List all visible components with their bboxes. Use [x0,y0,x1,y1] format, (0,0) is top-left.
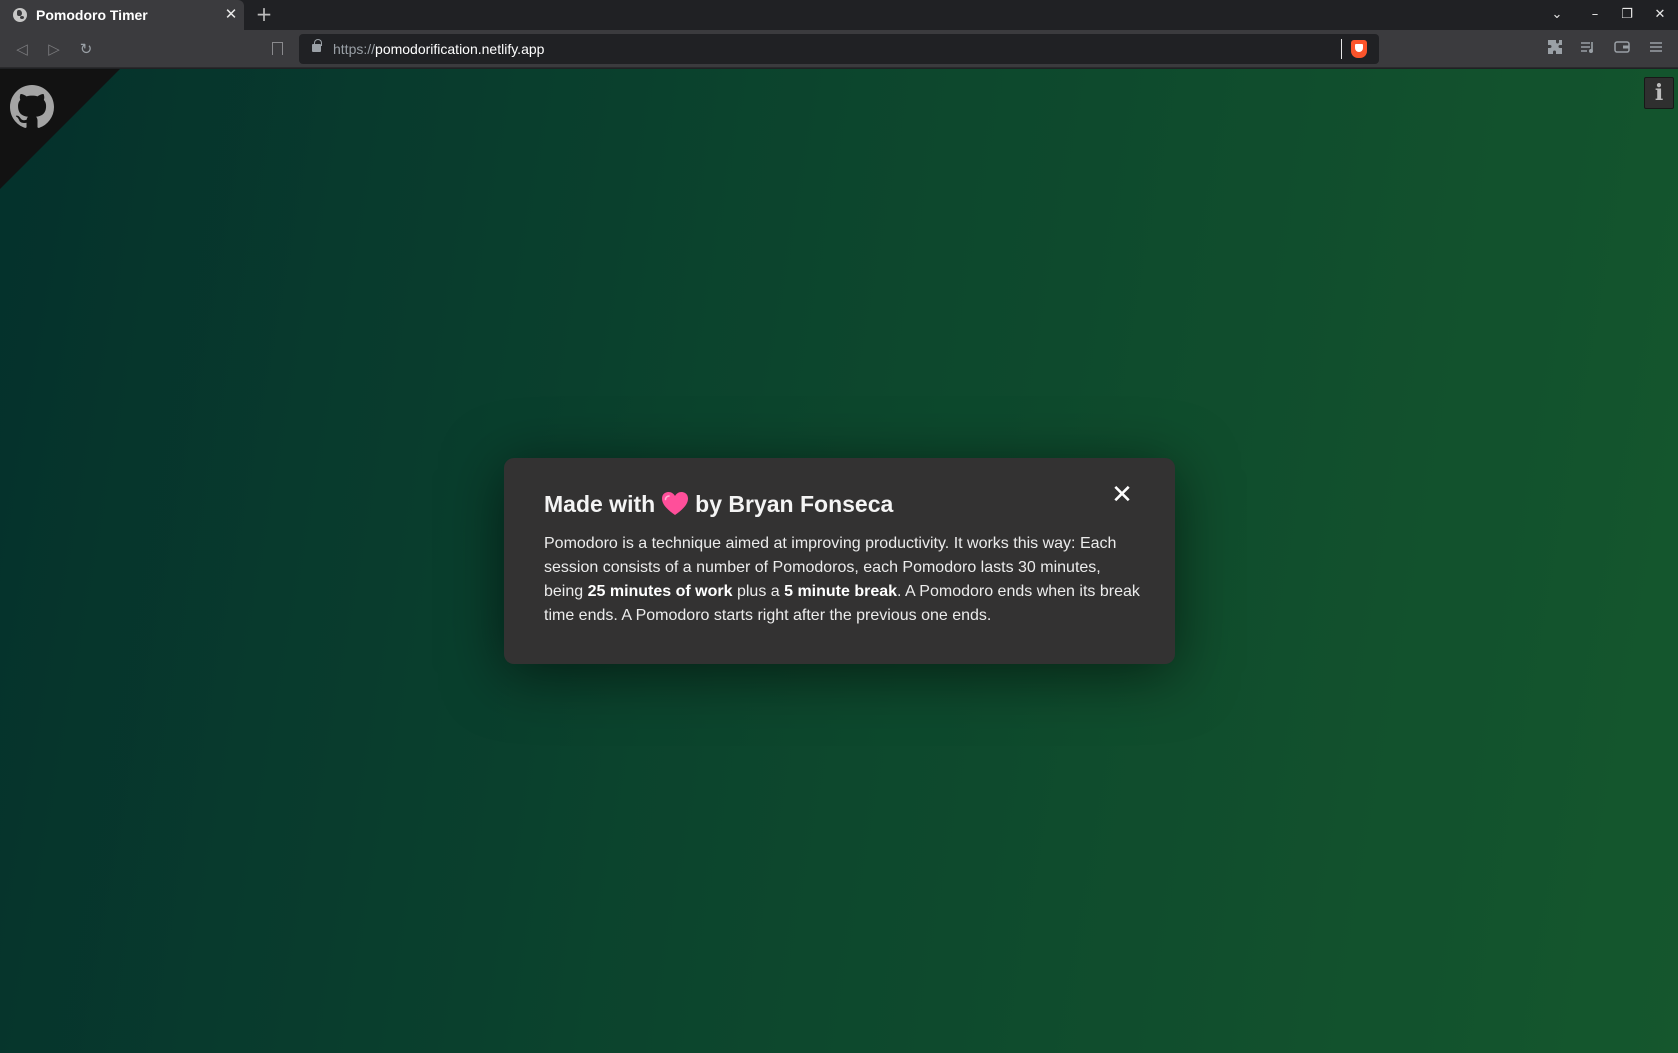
wallet-icon[interactable] [1612,39,1632,59]
reload-button[interactable]: ↻ [75,38,97,60]
url-host: pomodorification.netlify.app [375,41,545,57]
tab-pomodoro-timer[interactable]: Pomodoro Timer ✕ [0,0,244,30]
modal-close-button[interactable]: ✕ [1109,482,1135,508]
globe-icon [13,8,27,22]
brave-shields-icon[interactable] [1351,40,1367,58]
description-break-duration: 5 minute break [784,583,898,600]
extensions-icon[interactable] [1545,39,1565,59]
url-separator [1341,39,1342,59]
bookmark-icon[interactable] [270,40,284,58]
tab-search-chevron-icon[interactable]: ⌄ [1546,5,1568,25]
window-close-button[interactable]: ✕ [1649,5,1671,25]
browser-toolbar: ◁ ▷ ↻ https://pomodorification.netlify.a… [0,30,1678,68]
new-tab-button[interactable]: + [254,4,274,24]
tab-close-button[interactable]: ✕ [222,5,240,23]
restore-button[interactable]: ❐ [1616,5,1638,25]
forward-button[interactable]: ▷ [43,38,65,60]
tab-strip: Pomodoro Timer ✕ + ⌄ – ❐ ✕ [0,0,1678,30]
modal-title-prefix: Made with [544,491,656,517]
about-modal: Made with by Bryan Fonseca ✕ Pomodoro is… [504,458,1175,664]
modal-title: Made with by Bryan Fonseca [544,490,1137,518]
description-text-2: plus a [732,583,785,600]
page-viewport: i Made with by Bryan Fonseca ✕ Pomodoro … [0,69,1678,1053]
menu-icon[interactable] [1646,39,1666,59]
address-bar[interactable]: https://pomodorification.netlify.app [299,34,1379,64]
playlist-icon[interactable] [1578,39,1598,59]
tab-title: Pomodoro Timer [36,7,148,23]
sparkling-heart-icon [661,491,689,517]
minimize-button[interactable]: – [1584,5,1606,25]
url-text[interactable]: https://pomodorification.netlify.app [333,41,544,57]
back-button[interactable]: ◁ [11,38,33,60]
lock-icon[interactable] [312,39,322,52]
url-scheme: https:// [333,41,376,57]
modal-description: Pomodoro is a technique aimed at improvi… [544,532,1144,628]
modal-title-suffix: by Bryan Fonseca [695,491,894,517]
description-work-duration: 25 minutes of work [587,583,733,600]
